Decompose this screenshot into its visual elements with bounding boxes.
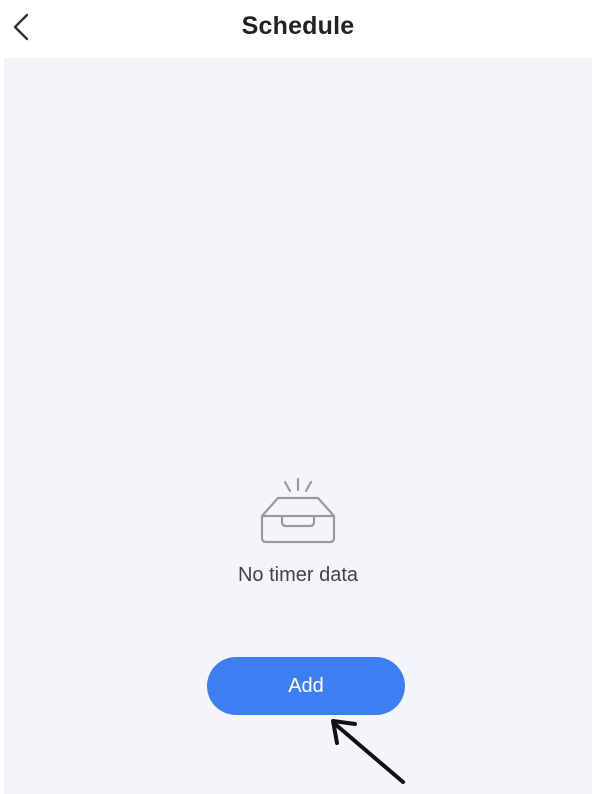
empty-inbox-icon <box>260 478 336 544</box>
page-title: Schedule <box>241 12 355 40</box>
nav-header: Schedule <box>0 0 596 58</box>
pointer-arrow-icon <box>331 719 405 784</box>
add-button[interactable]: Add <box>207 657 405 715</box>
schedule-content: No timer data Add <box>4 58 592 794</box>
empty-state: No timer data <box>4 478 592 587</box>
schedule-screen: Schedule No timer data Add <box>0 0 596 794</box>
empty-state-message: No timer data <box>237 564 359 586</box>
